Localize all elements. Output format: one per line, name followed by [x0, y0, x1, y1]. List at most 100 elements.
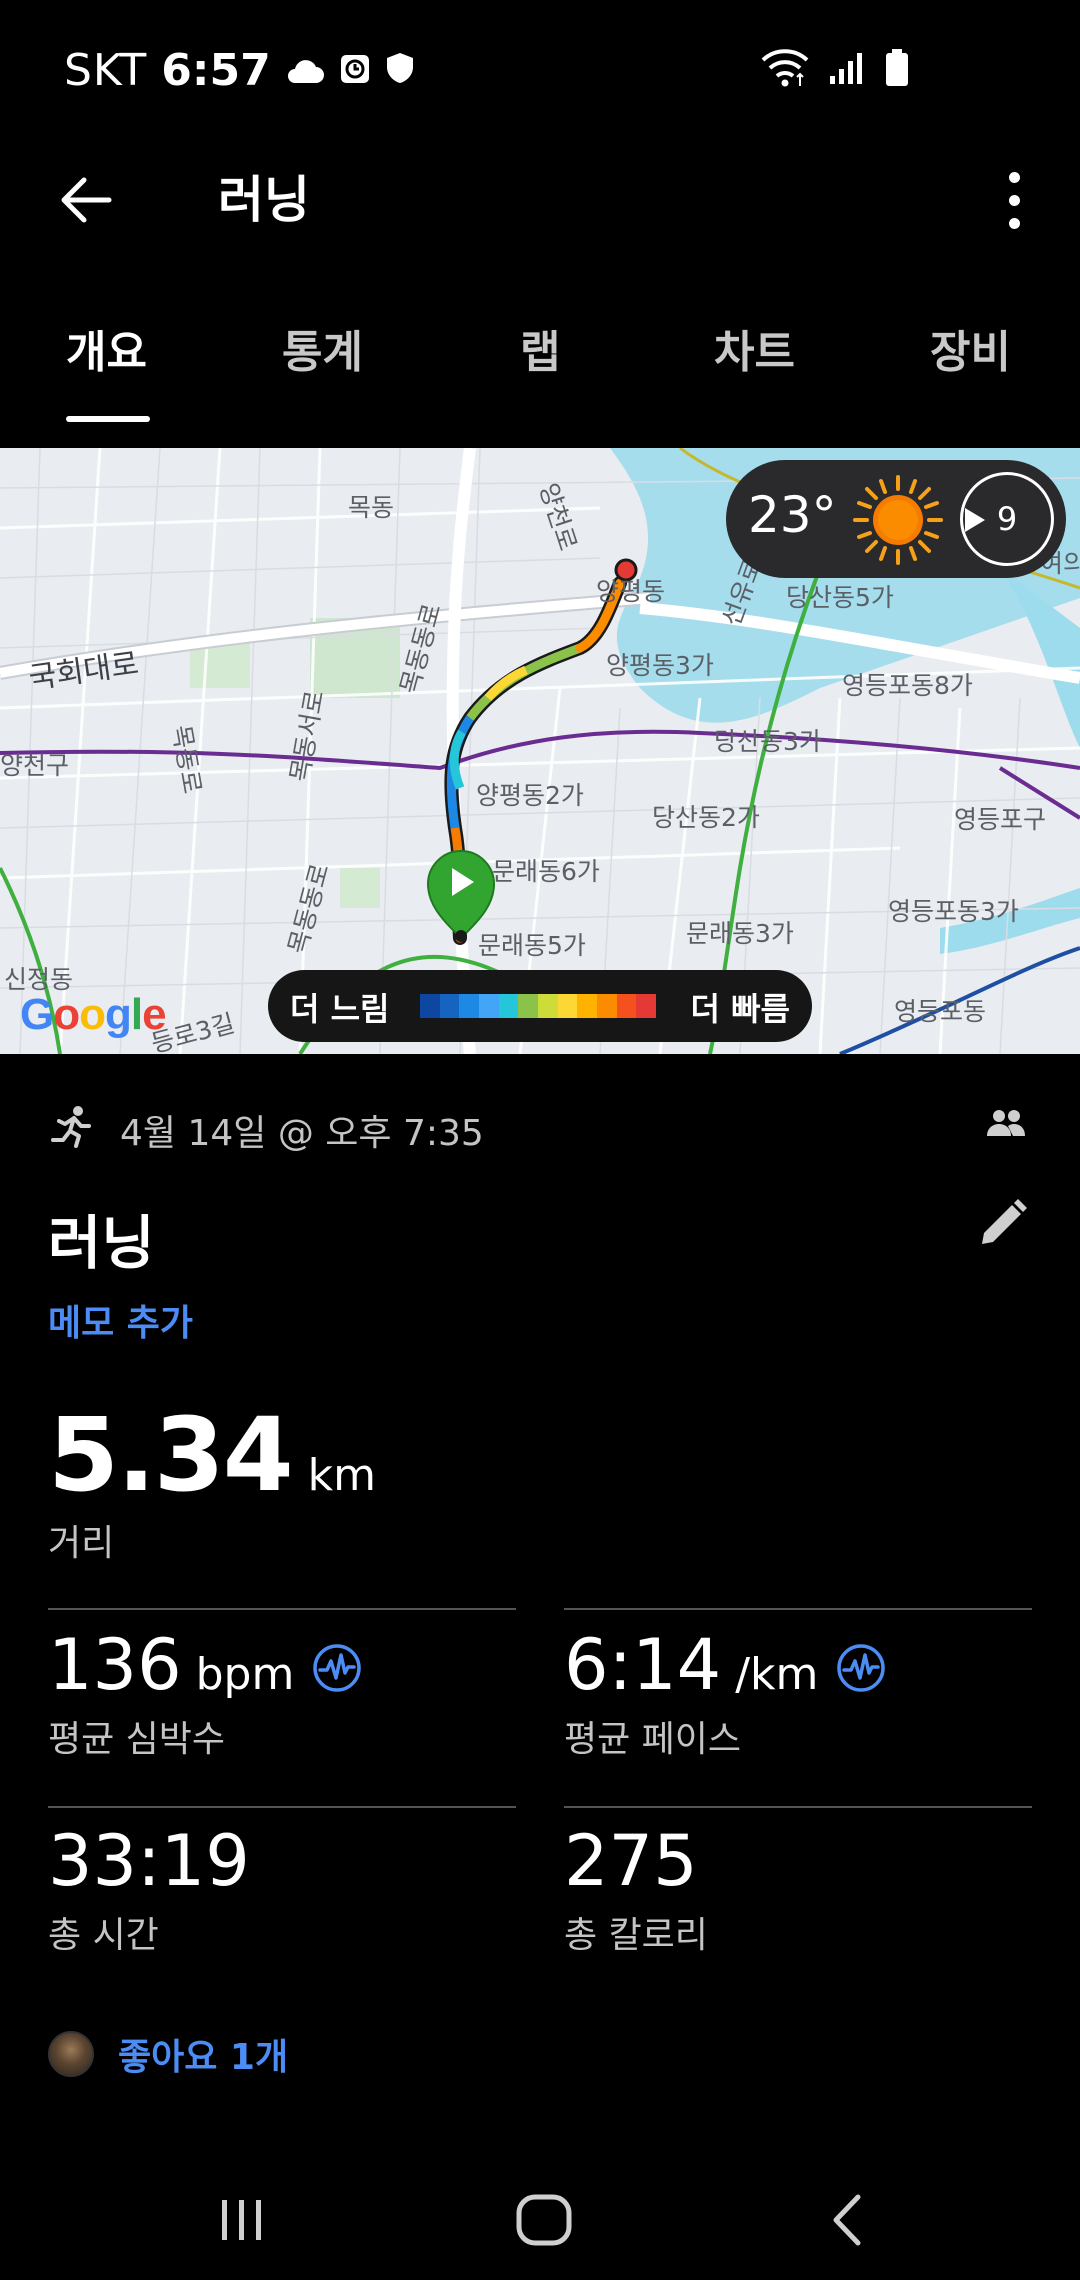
recent-apps-icon: [222, 2200, 261, 2240]
legend-color-swatch: [636, 994, 657, 1018]
google-logo-letter: e: [142, 990, 167, 1039]
add-memo-link[interactable]: 메모 추가: [48, 1294, 193, 1346]
map-label: 당산동3가: [714, 727, 822, 756]
legend-color-swatch: [557, 994, 578, 1018]
map-label: 당산동2가: [652, 803, 760, 832]
edit-pencil-icon[interactable]: [976, 1198, 1028, 1250]
back-icon: [833, 2194, 861, 2246]
legend-color-swatch: [439, 994, 460, 1018]
stat-label: 평균 심박수: [48, 1719, 226, 1760]
clock-time: 6:57: [161, 44, 271, 96]
more-vertical-icon-dot: [1008, 194, 1020, 206]
divider: [48, 1608, 516, 1610]
system-nav-bar: [0, 2160, 1080, 2280]
likes-row[interactable]: 좋아요 1개: [48, 2026, 288, 2082]
recent-apps-button[interactable]: [192, 2184, 292, 2256]
stat-unit: bpm: [195, 1649, 295, 1700]
clock-icon: [339, 45, 371, 96]
more-vertical-icon-dot: [1008, 171, 1020, 183]
status-left: SKT 6:57: [64, 38, 415, 102]
tab-stats[interactable]: 통계: [282, 316, 363, 380]
sun-icon: [853, 475, 943, 565]
map-label: 양평동2가: [476, 781, 584, 810]
total-calories: 275: [564, 1820, 698, 1902]
legend-color-bar: [420, 994, 657, 1018]
temperature: 23°: [748, 486, 837, 544]
legend-color-swatch: [616, 994, 637, 1018]
map-label: 당산동5가: [786, 583, 894, 612]
cloud-icon: [285, 45, 325, 96]
home-button[interactable]: [494, 2184, 594, 2256]
stat-value: 136: [48, 1624, 182, 1706]
stat-label: 평균 페이스: [564, 1719, 742, 1760]
map-label: 문래동5가: [478, 931, 586, 960]
map-label: 영등포동: [894, 997, 987, 1026]
running-icon: [51, 1106, 91, 1148]
legend-color-swatch: [498, 994, 519, 1018]
legend-fast-label: 더 빠름: [690, 990, 790, 1028]
google-logo-letter: o: [53, 990, 80, 1039]
carrier-name: SKT: [64, 44, 148, 96]
distance-value-row: 5.34 km: [48, 1396, 376, 1515]
status-bar: SKT 6:57: [0, 0, 1080, 140]
tab-overview[interactable]: 개요: [66, 316, 147, 380]
wifi-icon: [760, 48, 810, 92]
legend-slow-label: 더 느림: [290, 990, 390, 1028]
distance-unit: km: [307, 1450, 377, 1501]
tab-equipment[interactable]: 장비: [930, 316, 1011, 380]
tab-bar: 개요 통계 랩 차트 장비: [0, 300, 1080, 448]
wind-speed: 9: [996, 500, 1018, 538]
avatar: [48, 2031, 94, 2077]
map-label: 양평동: [596, 577, 666, 606]
avg-pace: 6:14 /km: [564, 1624, 886, 1706]
weather-badge: 23° 9: [726, 460, 1066, 578]
map-label: 영등포구: [954, 805, 1047, 834]
back-nav-button[interactable]: [798, 2184, 898, 2256]
heart-rate-icon[interactable]: [836, 1643, 886, 1693]
legend-color-swatch: [538, 994, 558, 1018]
legend-color-swatch: [479, 994, 499, 1018]
activity-meta-row: 4월 14일 @ 오후 7:35: [48, 1098, 1032, 1158]
app-title: 러닝: [218, 171, 310, 229]
likes-count: 좋아요 1개: [118, 2037, 289, 2078]
stat-label: 총 칼로리: [564, 1915, 708, 1956]
stat-unit: /km: [735, 1649, 819, 1700]
map-label: 양천구: [0, 751, 70, 780]
people-icon[interactable]: [986, 1108, 1026, 1138]
map-label: 문래동6가: [492, 857, 600, 886]
battery-icon: [884, 48, 910, 92]
more-options-button[interactable]: [988, 158, 1040, 242]
legend-color-swatch: [420, 994, 440, 1018]
map-label: 영등포동8가: [842, 671, 973, 700]
stat-value: 33:19: [48, 1820, 250, 1902]
google-logo-letter: l: [130, 990, 143, 1039]
activity-title: 러닝: [48, 1209, 155, 1277]
map-label: 목동: [348, 493, 395, 522]
home-icon: [516, 2194, 572, 2246]
tab-charts[interactable]: 차트: [714, 316, 795, 380]
legend-color-swatch: [459, 994, 480, 1018]
wind-indicator: 9: [960, 472, 1054, 566]
back-button[interactable]: [52, 166, 120, 234]
map-label: 영등포동3가: [888, 897, 1019, 926]
tab-laps[interactable]: 랩: [520, 316, 560, 380]
activity-date: 4월 14일 @ 오후 7:35: [120, 1113, 484, 1154]
map-label: 양평동3가: [606, 651, 714, 680]
status-right: [760, 44, 910, 96]
stat-value: 6:14: [564, 1624, 722, 1706]
legend-color-swatch: [518, 994, 539, 1018]
google-logo-letter: g: [105, 990, 132, 1039]
divider: [564, 1608, 1032, 1610]
stat-value: 275: [564, 1820, 698, 1902]
more-vertical-icon-dot: [1008, 217, 1020, 229]
signal-icon: [828, 50, 866, 90]
legend-color-swatch: [597, 994, 617, 1018]
back-arrow-icon: [61, 177, 112, 223]
google-logo: Google: [20, 990, 167, 1040]
route-map[interactable]: 목동 양천로 목동동로 국회대로 양평동 선유로 당산동5가 양평동3가 영등포…: [0, 448, 1080, 1054]
map-label: 문래동3가: [686, 919, 794, 948]
legend-color-swatch: [577, 994, 598, 1018]
heart-rate-icon[interactable]: [312, 1643, 362, 1693]
divider: [48, 1806, 516, 1808]
distance-label: 거리: [48, 1523, 115, 1564]
